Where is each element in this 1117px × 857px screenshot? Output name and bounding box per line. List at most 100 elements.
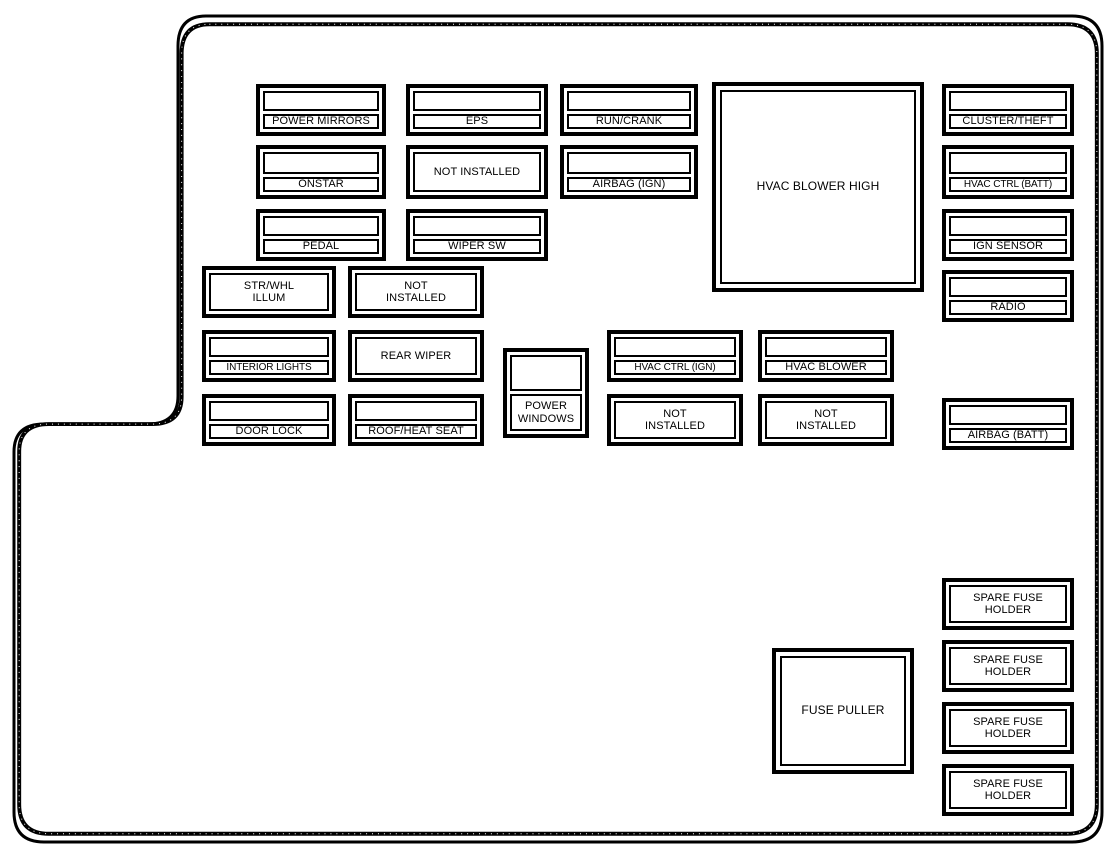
fuse-name: STR/WHL ILLUM [243, 279, 295, 304]
fuse-label-slot[interactable]: AIRBAG (BATT) [949, 428, 1067, 443]
fuse-name: ROOF/HEAT SEAT [368, 425, 464, 438]
fuse-cavity[interactable] [949, 91, 1067, 111]
fuse-cavity[interactable] [263, 152, 379, 174]
fuse-module[interactable]: DOOR LOCK [202, 394, 336, 446]
fuse-label-slot[interactable]: SPARE FUSE HOLDER [949, 771, 1067, 809]
fuse-module[interactable]: HVAC CTRL (IGN) [607, 330, 743, 382]
fuse-label-slot[interactable]: EPS [413, 114, 541, 129]
fuse-cavity[interactable] [263, 91, 379, 111]
fuse-label-slot[interactable]: STR/WHL ILLUM [209, 273, 329, 311]
fuse-module[interactable]: STR/WHL ILLUM [202, 266, 336, 318]
fuse-module[interactable]: EPS [406, 84, 548, 136]
fuse-label-slot[interactable]: AIRBAG (IGN) [567, 177, 691, 192]
fuse-cavity[interactable] [949, 405, 1067, 425]
fuse-module[interactable]: AIRBAG (IGN) [560, 145, 698, 199]
fuse-label-slot[interactable]: SPARE FUSE HOLDER [949, 647, 1067, 685]
fuse-label-slot[interactable]: HVAC CTRL (IGN) [614, 360, 736, 375]
fuse-name: DOOR LOCK [235, 425, 303, 438]
fuse-label-slot[interactable]: NOT INSTALLED [355, 273, 477, 311]
fuse-cavity[interactable] [765, 337, 887, 357]
fuse-name: IGN SENSOR [972, 240, 1044, 253]
fuse-label-slot[interactable]: IGN SENSOR [949, 239, 1067, 254]
fuse-module[interactable]: IGN SENSOR [942, 209, 1074, 261]
fuse-label-slot[interactable]: CLUSTER/THEFT [949, 114, 1067, 129]
fuse-label-slot[interactable]: HVAC BLOWER HIGH [720, 90, 916, 284]
fuse-module[interactable]: ROOF/HEAT SEAT [348, 394, 484, 446]
fuse-label-slot[interactable]: HVAC CTRL (BATT) [949, 177, 1067, 192]
fuse-label-slot[interactable]: POWER WINDOWS [510, 394, 582, 431]
fuse-label-slot[interactable]: NOT INSTALLED [614, 401, 736, 439]
fuse-name: REAR WIPER [380, 349, 452, 362]
fuse-label-slot[interactable]: NOT INSTALLED [765, 401, 887, 439]
fuse-label-slot[interactable]: DOOR LOCK [209, 424, 329, 439]
fuse-module[interactable]: WIPER SW [406, 209, 548, 261]
fuse-name: SPARE FUSE HOLDER [973, 653, 1043, 678]
fuse-module[interactable]: POWER MIRRORS [256, 84, 386, 136]
fuse-cavity[interactable] [949, 152, 1067, 174]
fuse-cavity[interactable] [209, 401, 329, 421]
fuse-module[interactable]: AIRBAG (BATT) [942, 398, 1074, 450]
fuse-module[interactable]: PEDAL [256, 209, 386, 261]
fuse-module[interactable]: RUN/CRANK [560, 84, 698, 136]
fuse-module[interactable]: FUSE PULLER [772, 648, 914, 774]
fuse-module[interactable]: INTERIOR LIGHTS [202, 330, 336, 382]
fuse-module[interactable]: HVAC BLOWER HIGH [712, 82, 924, 292]
fuse-label-slot[interactable]: WIPER SW [413, 239, 541, 254]
fuse-module[interactable]: POWER WINDOWS [503, 348, 589, 438]
fuse-name: HVAC CTRL (BATT) [963, 178, 1053, 190]
fuse-name: SPARE FUSE HOLDER [973, 715, 1043, 740]
fuse-cavity[interactable] [614, 337, 736, 357]
fuse-name: CLUSTER/THEFT [962, 115, 1054, 128]
fuse-label-slot[interactable]: RUN/CRANK [567, 114, 691, 129]
fuse-cavity[interactable] [949, 216, 1067, 236]
fuse-label-slot[interactable]: SPARE FUSE HOLDER [949, 585, 1067, 623]
fuse-label-slot[interactable]: INTERIOR LIGHTS [209, 360, 329, 375]
fuse-module[interactable]: ONSTAR [256, 145, 386, 199]
fuse-name: RUN/CRANK [595, 115, 663, 128]
fuse-label-slot[interactable]: PEDAL [263, 239, 379, 254]
fuse-name: INTERIOR LIGHTS [226, 361, 312, 373]
fuse-module[interactable]: RADIO [942, 270, 1074, 322]
fuse-label-slot[interactable]: REAR WIPER [355, 337, 477, 375]
fuse-label-slot[interactable]: HVAC BLOWER [765, 360, 887, 375]
fuse-module[interactable]: SPARE FUSE HOLDER [942, 702, 1074, 754]
fuse-name: PEDAL [302, 240, 340, 253]
fuse-module[interactable]: NOT INSTALLED [758, 394, 894, 446]
fuse-label-slot[interactable]: SPARE FUSE HOLDER [949, 709, 1067, 747]
fuse-name: EPS [465, 115, 489, 128]
fuse-cavity[interactable] [355, 401, 477, 421]
fuse-name: RADIO [990, 301, 1026, 314]
fuse-name: SPARE FUSE HOLDER [973, 591, 1043, 616]
fuse-label-slot[interactable]: RADIO [949, 300, 1067, 315]
fuse-name: POWER MIRRORS [272, 115, 370, 128]
fuse-module[interactable]: NOT INSTALLED [348, 266, 484, 318]
fuse-module[interactable]: SPARE FUSE HOLDER [942, 764, 1074, 816]
fuse-label-slot[interactable]: ROOF/HEAT SEAT [355, 424, 477, 439]
fuse-module[interactable]: SPARE FUSE HOLDER [942, 578, 1074, 630]
fuse-block-diagram: POWER MIRRORS ONSTAR PEDAL EPS NOT INSTALLED… [0, 0, 1117, 857]
fuse-cavity[interactable] [209, 337, 329, 357]
fuse-name: AIRBAG (IGN) [592, 178, 666, 191]
fuse-cavity[interactable] [567, 152, 691, 174]
fuse-name: SPARE FUSE HOLDER [973, 777, 1043, 802]
fuse-cavity[interactable] [949, 277, 1067, 297]
fuse-name: HVAC BLOWER [785, 361, 867, 374]
fuse-cavity[interactable] [263, 216, 379, 236]
fuse-cavity[interactable] [413, 216, 541, 236]
fuse-module[interactable]: NOT INSTALLED [406, 145, 548, 199]
fuse-label-slot[interactable]: FUSE PULLER [780, 656, 906, 766]
fuse-cavity[interactable] [567, 91, 691, 111]
fuse-module[interactable]: NOT INSTALLED [607, 394, 743, 446]
fuse-module[interactable]: REAR WIPER [348, 330, 484, 382]
fuse-module[interactable]: CLUSTER/THEFT [942, 84, 1074, 136]
fuse-module[interactable]: HVAC CTRL (BATT) [942, 145, 1074, 199]
fuse-name: NOT INSTALLED [386, 279, 446, 304]
fuse-module[interactable]: SPARE FUSE HOLDER [942, 640, 1074, 692]
fuse-label-slot[interactable]: POWER MIRRORS [263, 114, 379, 129]
fuse-cavity[interactable] [413, 91, 541, 111]
fuse-label-slot[interactable]: ONSTAR [263, 177, 379, 192]
fuse-module[interactable]: HVAC BLOWER [758, 330, 894, 382]
fuse-label-slot[interactable]: NOT INSTALLED [413, 152, 541, 192]
fuse-cavity[interactable] [510, 355, 582, 391]
fuse-name: ONSTAR [298, 178, 344, 191]
